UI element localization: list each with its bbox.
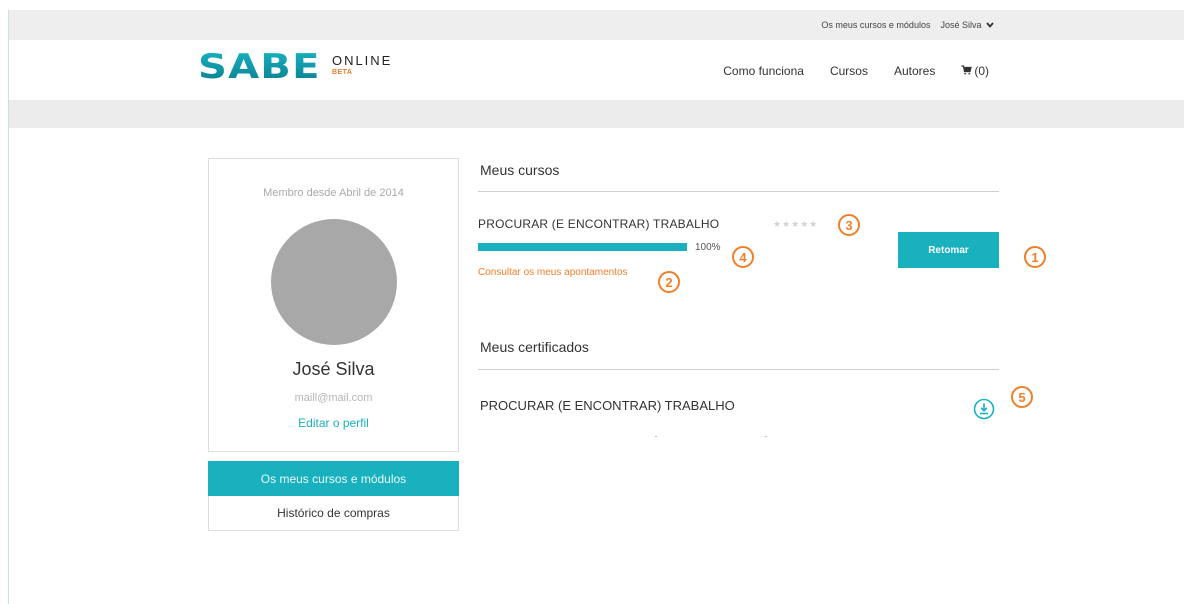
callout-marker: 3 — [838, 214, 860, 236]
progress-fill — [478, 243, 687, 251]
callout-marker: 2 — [658, 271, 680, 293]
member-since: Membro desde Abril de 2014 — [263, 187, 404, 199]
menu-item-my-courses[interactable]: Os meus cursos e módulos — [208, 461, 459, 496]
top-bar: Os meus cursos e módulos José Silva — [9, 10, 1184, 40]
rating-stars[interactable]: ★★★★★ — [773, 219, 818, 230]
download-icon[interactable] — [973, 398, 995, 420]
user-name: José Silva — [940, 20, 982, 30]
menu-item-purchase-history[interactable]: Histórico de compras — [208, 496, 459, 531]
my-certificates-divider — [478, 369, 999, 370]
my-courses-divider — [478, 191, 999, 192]
nav-courses[interactable]: Cursos — [830, 64, 868, 78]
profile-email: maill@mail.com — [294, 392, 373, 404]
profile-card: Membro desde Abril de 2014 José Silva ma… — [208, 158, 459, 452]
resume-button[interactable]: Retomar — [898, 232, 999, 268]
callout-marker: 4 — [732, 246, 754, 268]
cart-count: (0) — [974, 64, 989, 78]
main-nav: Como funciona Cursos Autores (0) — [697, 64, 989, 78]
callout-marker: 5 — [1011, 386, 1033, 408]
user-menu[interactable]: José Silva — [940, 20, 994, 30]
nav-cart[interactable]: (0) — [961, 64, 989, 78]
nav-how-it-works[interactable]: Como funciona — [723, 64, 804, 78]
top-courses-link[interactable]: Os meus cursos e módulos — [821, 20, 930, 30]
course-title: PROCURAR (E ENCONTRAR) TRABALHO — [478, 217, 720, 231]
edit-profile-link[interactable]: Editar o perfil — [209, 416, 458, 430]
divider-dot — [655, 436, 657, 437]
progress-bar — [478, 243, 687, 251]
top-links: Os meus cursos e módulos José Silva — [821, 20, 994, 30]
avatar — [270, 219, 397, 345]
nav-authors[interactable]: Autores — [894, 64, 935, 78]
progress-percent: 100% — [695, 242, 721, 253]
certificate-title: PROCURAR (E ENCONTRAR) TRABALHO — [480, 398, 735, 413]
cart-icon — [961, 64, 973, 78]
profile-menu: Os meus cursos e módulos Histórico de co… — [208, 461, 459, 531]
divider-dot — [765, 436, 767, 437]
chevron-down-icon — [986, 20, 994, 30]
my-certificates-title: Meus certificados — [480, 339, 589, 355]
my-courses-title: Meus cursos — [480, 162, 560, 178]
page-banner — [9, 100, 1184, 128]
logo-text: ONLINE BETA — [332, 53, 392, 76]
header — [9, 40, 1184, 100]
notes-link[interactable]: Consultar os meus apontamentos — [478, 267, 628, 278]
logo-online: ONLINE — [331, 53, 393, 68]
profile-name: José Silva — [292, 359, 375, 379]
logo-beta: BETA — [331, 69, 353, 76]
callout-marker: 1 — [1024, 246, 1046, 268]
logo-mark: SABE — [198, 47, 321, 87]
logo[interactable]: SABE ONLINE BETA — [198, 50, 392, 84]
